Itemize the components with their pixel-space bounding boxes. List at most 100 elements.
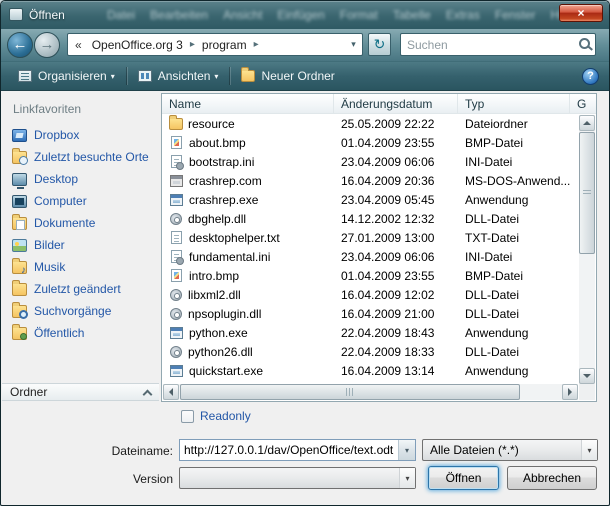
file-row[interactable]: python26.dll 22.04.2009 18:33 DLL-Datei bbox=[162, 342, 579, 361]
file-date: 01.04.2009 23:55 bbox=[334, 269, 458, 283]
filename-combo[interactable]: ▾ bbox=[179, 439, 416, 461]
file-type: BMP-Datei bbox=[458, 136, 523, 150]
views-button[interactable]: Ansichten ▾ bbox=[129, 65, 228, 87]
background-menu-item: Einfügen bbox=[277, 8, 324, 22]
file-row[interactable]: about.bmp 01.04.2009 23:55 BMP-Datei bbox=[162, 133, 579, 152]
public-icon bbox=[12, 327, 27, 340]
file-type: Anwendung bbox=[458, 193, 528, 207]
search-input[interactable] bbox=[401, 38, 575, 52]
file-row[interactable]: crashrep.com 16.04.2009 20:36 MS-DOS-Anw… bbox=[162, 171, 579, 190]
sidebar-item[interactable]: Dropbox bbox=[7, 124, 157, 146]
music-icon bbox=[12, 261, 27, 274]
background-menu: DateiBearbeitenAnsichtEinfügenFormatTabe… bbox=[107, 8, 575, 22]
scroll-left-button[interactable] bbox=[163, 384, 179, 400]
open-button[interactable]: Öffnen bbox=[428, 466, 499, 490]
file-row[interactable]: dbghelp.dll 14.12.2002 12:32 DLL-Datei bbox=[162, 209, 579, 228]
readonly-label[interactable]: Readonly bbox=[200, 409, 251, 423]
folders-bar[interactable]: Ordner bbox=[2, 383, 159, 401]
breadcrumb-overflow-button[interactable]: « bbox=[68, 38, 87, 52]
file-row[interactable]: quickstart.exe 16.04.2009 13:14 Anwendun… bbox=[162, 361, 579, 380]
file-row[interactable]: intro.bmp 01.04.2009 23:55 BMP-Datei bbox=[162, 266, 579, 285]
file-date: 01.04.2009 23:55 bbox=[334, 136, 458, 150]
file-row[interactable]: libxml2.dll 16.04.2009 12:02 DLL-Datei bbox=[162, 285, 579, 304]
background-menu-item: Tabelle bbox=[393, 8, 431, 22]
sidebar-item[interactable]: Bilder bbox=[7, 234, 157, 256]
filename-input[interactable] bbox=[180, 440, 398, 460]
file-type: BMP-Datei bbox=[458, 269, 523, 283]
file-type: Anwendung bbox=[458, 326, 528, 340]
column-header-type[interactable]: Typ bbox=[458, 94, 570, 114]
filename-dropdown-button[interactable]: ▾ bbox=[398, 440, 415, 460]
horizontal-scrollbar-thumb[interactable] bbox=[180, 384, 520, 400]
back-button[interactable]: ← bbox=[7, 32, 33, 58]
file-row[interactable]: fundamental.ini 23.04.2009 06:06 INI-Dat… bbox=[162, 247, 579, 266]
file-date: 16.04.2009 12:02 bbox=[334, 288, 458, 302]
sidebar-item-label: Dokumente bbox=[34, 216, 95, 230]
search-box[interactable] bbox=[400, 33, 596, 56]
navigation-bar: ← → « OpenOffice.org 3 ▸ program ▸ ▾ ↻ bbox=[1, 29, 609, 61]
refresh-button[interactable]: ↻ bbox=[368, 33, 391, 56]
sidebar-header: Linkfavoriten bbox=[13, 102, 81, 116]
sidebar-item[interactable]: Öffentlich bbox=[7, 322, 157, 344]
sidebar-item[interactable]: Zuletzt besuchte Orte bbox=[7, 146, 157, 168]
file-type: Dateiordner bbox=[458, 117, 528, 131]
sidebar-item[interactable]: Computer bbox=[7, 190, 157, 212]
file-row[interactable]: crashrep.exe 23.04.2009 05:45 Anwendung bbox=[162, 190, 579, 209]
file-type: INI-Datei bbox=[458, 155, 512, 169]
cancel-button[interactable]: Abbrechen bbox=[507, 466, 597, 490]
vertical-scrollbar-thumb[interactable] bbox=[579, 132, 595, 254]
bmp-icon bbox=[171, 269, 182, 282]
close-button[interactable]: × bbox=[559, 4, 603, 22]
file-name: npsoplugin.dll bbox=[188, 307, 261, 321]
readonly-checkbox[interactable] bbox=[181, 410, 194, 423]
file-type: DLL-Datei bbox=[458, 345, 519, 359]
sidebar-item-label: Dropbox bbox=[34, 128, 79, 142]
exe-icon bbox=[170, 327, 183, 339]
chevron-down-icon: ▾ bbox=[405, 446, 409, 455]
organize-icon bbox=[18, 70, 32, 82]
address-bar[interactable]: « OpenOffice.org 3 ▸ program ▸ ▾ bbox=[67, 33, 363, 56]
file-type: DLL-Datei bbox=[458, 212, 519, 226]
filetype-select[interactable]: Alle Dateien (*.*) ▾ bbox=[422, 439, 598, 461]
file-row[interactable]: npsoplugin.dll 16.04.2009 21:00 DLL-Date… bbox=[162, 304, 579, 323]
column-header-name[interactable]: Name bbox=[162, 94, 334, 114]
sidebar-item-label: Musik bbox=[34, 260, 65, 274]
column-header-date[interactable]: Änderungsdatum bbox=[334, 94, 458, 114]
scroll-down-button[interactable] bbox=[579, 368, 595, 384]
organize-button[interactable]: Organisieren ▾ bbox=[9, 65, 124, 87]
new-folder-button[interactable]: Neuer Ordner bbox=[232, 65, 343, 87]
breadcrumb-chevron-icon[interactable]: ▸ bbox=[252, 39, 261, 50]
file-row[interactable]: resource 25.05.2009 22:22 Dateiordner bbox=[162, 114, 579, 133]
file-name: quickstart.exe bbox=[189, 364, 263, 378]
sidebar-item[interactable]: Musik bbox=[7, 256, 157, 278]
horizontal-scrollbar[interactable] bbox=[163, 384, 578, 400]
file-name: dbghelp.dll bbox=[188, 212, 246, 226]
address-dropdown-button[interactable]: ▾ bbox=[345, 39, 362, 50]
sidebar-item-label: Zuletzt geändert bbox=[34, 282, 121, 296]
vertical-scrollbar[interactable] bbox=[579, 115, 595, 384]
file-date: 27.01.2009 13:00 bbox=[334, 231, 458, 245]
breadcrumb-segment[interactable]: OpenOffice.org 3 bbox=[87, 38, 188, 52]
column-header-size[interactable]: G bbox=[570, 94, 596, 114]
background-menu-item: Ansicht bbox=[223, 8, 262, 22]
file-row[interactable]: python.exe 22.04.2009 18:43 Anwendung bbox=[162, 323, 579, 342]
version-select[interactable]: ▾ bbox=[179, 467, 416, 489]
scroll-up-button[interactable] bbox=[579, 115, 595, 131]
file-row[interactable]: desktophelper.txt 27.01.2009 13:00 TXT-D… bbox=[162, 228, 579, 247]
scroll-right-button[interactable] bbox=[562, 384, 578, 400]
organize-label: Organisieren bbox=[38, 69, 107, 83]
desktop-icon bbox=[12, 173, 27, 186]
breadcrumb-segment[interactable]: program bbox=[197, 38, 252, 52]
txt-icon bbox=[171, 231, 182, 244]
sidebar-item[interactable]: Desktop bbox=[7, 168, 157, 190]
bmp-icon bbox=[171, 136, 182, 149]
sidebar-item[interactable]: Suchvorgänge bbox=[7, 300, 157, 322]
search-icon[interactable] bbox=[575, 34, 595, 55]
breadcrumb-chevron-icon[interactable]: ▸ bbox=[188, 39, 197, 50]
help-button[interactable]: ? bbox=[582, 68, 599, 85]
file-type: MS-DOS-Anwend... bbox=[458, 174, 570, 188]
file-row[interactable]: bootstrap.ini 23.04.2009 06:06 INI-Datei bbox=[162, 152, 579, 171]
sidebar-item[interactable]: Dokumente bbox=[7, 212, 157, 234]
forward-button[interactable]: → bbox=[34, 32, 60, 58]
sidebar-item[interactable]: Zuletzt geändert bbox=[7, 278, 157, 300]
